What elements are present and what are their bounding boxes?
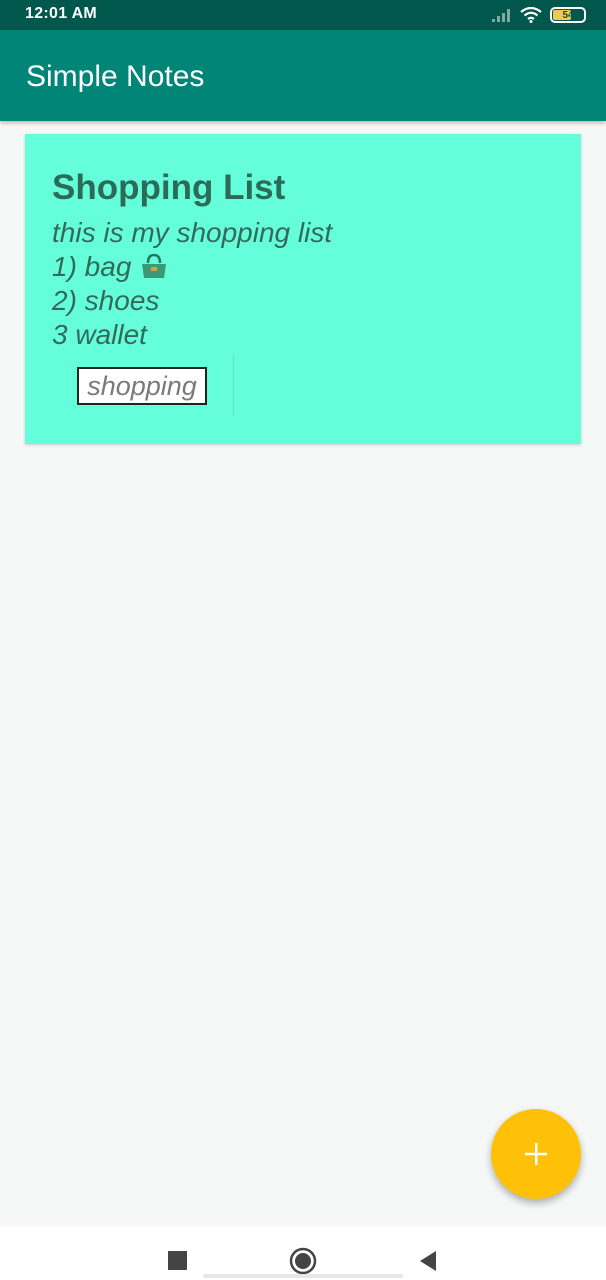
battery-level: 54	[562, 9, 574, 21]
note-line-with-icon: 1) bag	[52, 250, 332, 284]
recents-icon[interactable]	[168, 1251, 187, 1270]
tag-chip[interactable]: shopping	[77, 367, 207, 405]
battery-icon: 54	[550, 7, 586, 23]
note-line: 1) bag	[52, 251, 132, 282]
note-line: 2) shoes	[52, 285, 160, 316]
note-body: this is my shopping list 1) bag 2) shoes…	[52, 216, 332, 352]
note-card[interactable]: Shopping List this is my shopping list 1…	[25, 134, 581, 444]
app-title: Simple Notes	[26, 60, 205, 93]
handbag-icon	[142, 253, 167, 278]
gesture-handle	[203, 1274, 403, 1278]
wifi-icon	[520, 7, 542, 23]
home-icon[interactable]	[289, 1247, 317, 1275]
plus-icon	[525, 1143, 547, 1165]
navigation-bar	[0, 1226, 606, 1280]
note-title: Shopping List	[52, 168, 286, 207]
note-line: this is my shopping list	[52, 217, 333, 248]
note-line: 3 wallet	[52, 319, 147, 350]
app-bar: Simple Notes	[0, 30, 606, 121]
status-icons: 54	[492, 4, 586, 26]
status-bar: 12:01 AM 54	[0, 0, 606, 30]
status-time: 12:01 AM	[25, 5, 98, 22]
divider	[233, 354, 234, 416]
add-note-button[interactable]	[491, 1109, 581, 1199]
signal-icon	[492, 9, 510, 22]
back-icon[interactable]	[418, 1250, 438, 1272]
